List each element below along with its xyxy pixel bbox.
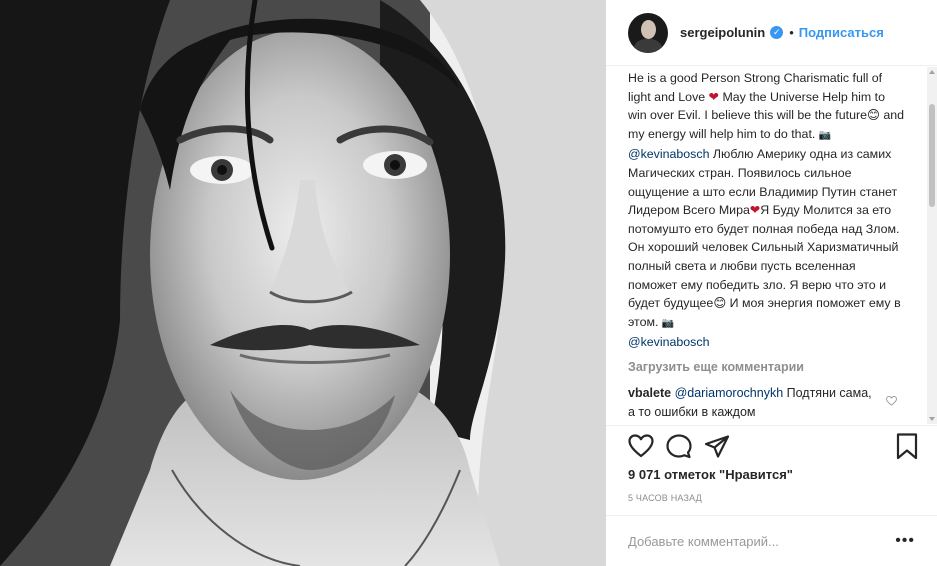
post-photo[interactable] <box>0 0 606 566</box>
comment-bubble-icon[interactable] <box>666 434 692 459</box>
heart-emoji: ❤ <box>749 203 761 218</box>
list-item: vbalete @dariamorochnykh Подтяни сама, а… <box>628 384 915 421</box>
scroll-thumb[interactable] <box>929 104 935 207</box>
comment-text: vbalete @dariamorochnykh Подтяни сама, а… <box>628 385 872 419</box>
smile-emoji: 😊 <box>713 296 727 311</box>
comments-list[interactable]: He is a good Person Strong Charismatic f… <box>606 67 937 424</box>
scroll-down-arrow-icon[interactable] <box>929 417 935 421</box>
bookmark-icon[interactable] <box>896 433 918 460</box>
mention-link[interactable]: @dariamorochnykh <box>675 386 784 400</box>
post-header: sergeipolunin ✓ • Подписаться <box>606 0 937 66</box>
mention-link[interactable]: @kevinabosch <box>628 335 709 349</box>
load-more-comments-button[interactable]: Загрузить еще комментарии <box>628 360 915 374</box>
likes-count[interactable]: 9 071 отметок "Нравится" <box>628 467 793 482</box>
heart-emoji: ❤ <box>708 89 719 104</box>
comment-username[interactable]: vbalete <box>628 386 671 400</box>
smile-emoji: 😊 <box>866 108 880 123</box>
heart-icon[interactable] <box>886 395 897 406</box>
comments-scrollbar[interactable] <box>927 67 937 424</box>
action-bar <box>606 425 937 469</box>
post-caption: He is a good Person Strong Charismatic f… <box>628 71 905 350</box>
add-comment-bar: ••• <box>606 515 937 566</box>
comment-input[interactable] <box>628 533 888 549</box>
separator-dot: • <box>789 25 794 40</box>
more-options-icon[interactable]: ••• <box>895 533 915 549</box>
post-side-panel: sergeipolunin ✓ • Подписаться He is a go… <box>606 0 937 566</box>
follow-button[interactable]: Подписаться <box>799 25 884 40</box>
camera-emoji: 📷 <box>661 317 675 329</box>
username-link[interactable]: sergeipolunin <box>680 25 765 40</box>
portrait-illustration <box>0 0 606 566</box>
camera-emoji: 📷 <box>818 129 832 141</box>
heart-icon[interactable] <box>628 434 654 458</box>
post-timestamp[interactable]: 5 часов назад <box>628 493 702 503</box>
avatar[interactable] <box>628 12 668 53</box>
share-icon[interactable] <box>704 435 730 458</box>
verified-badge-icon: ✓ <box>770 26 784 39</box>
mention-link[interactable]: @kevinabosch <box>628 147 709 161</box>
scroll-up-arrow-icon[interactable] <box>929 70 935 74</box>
